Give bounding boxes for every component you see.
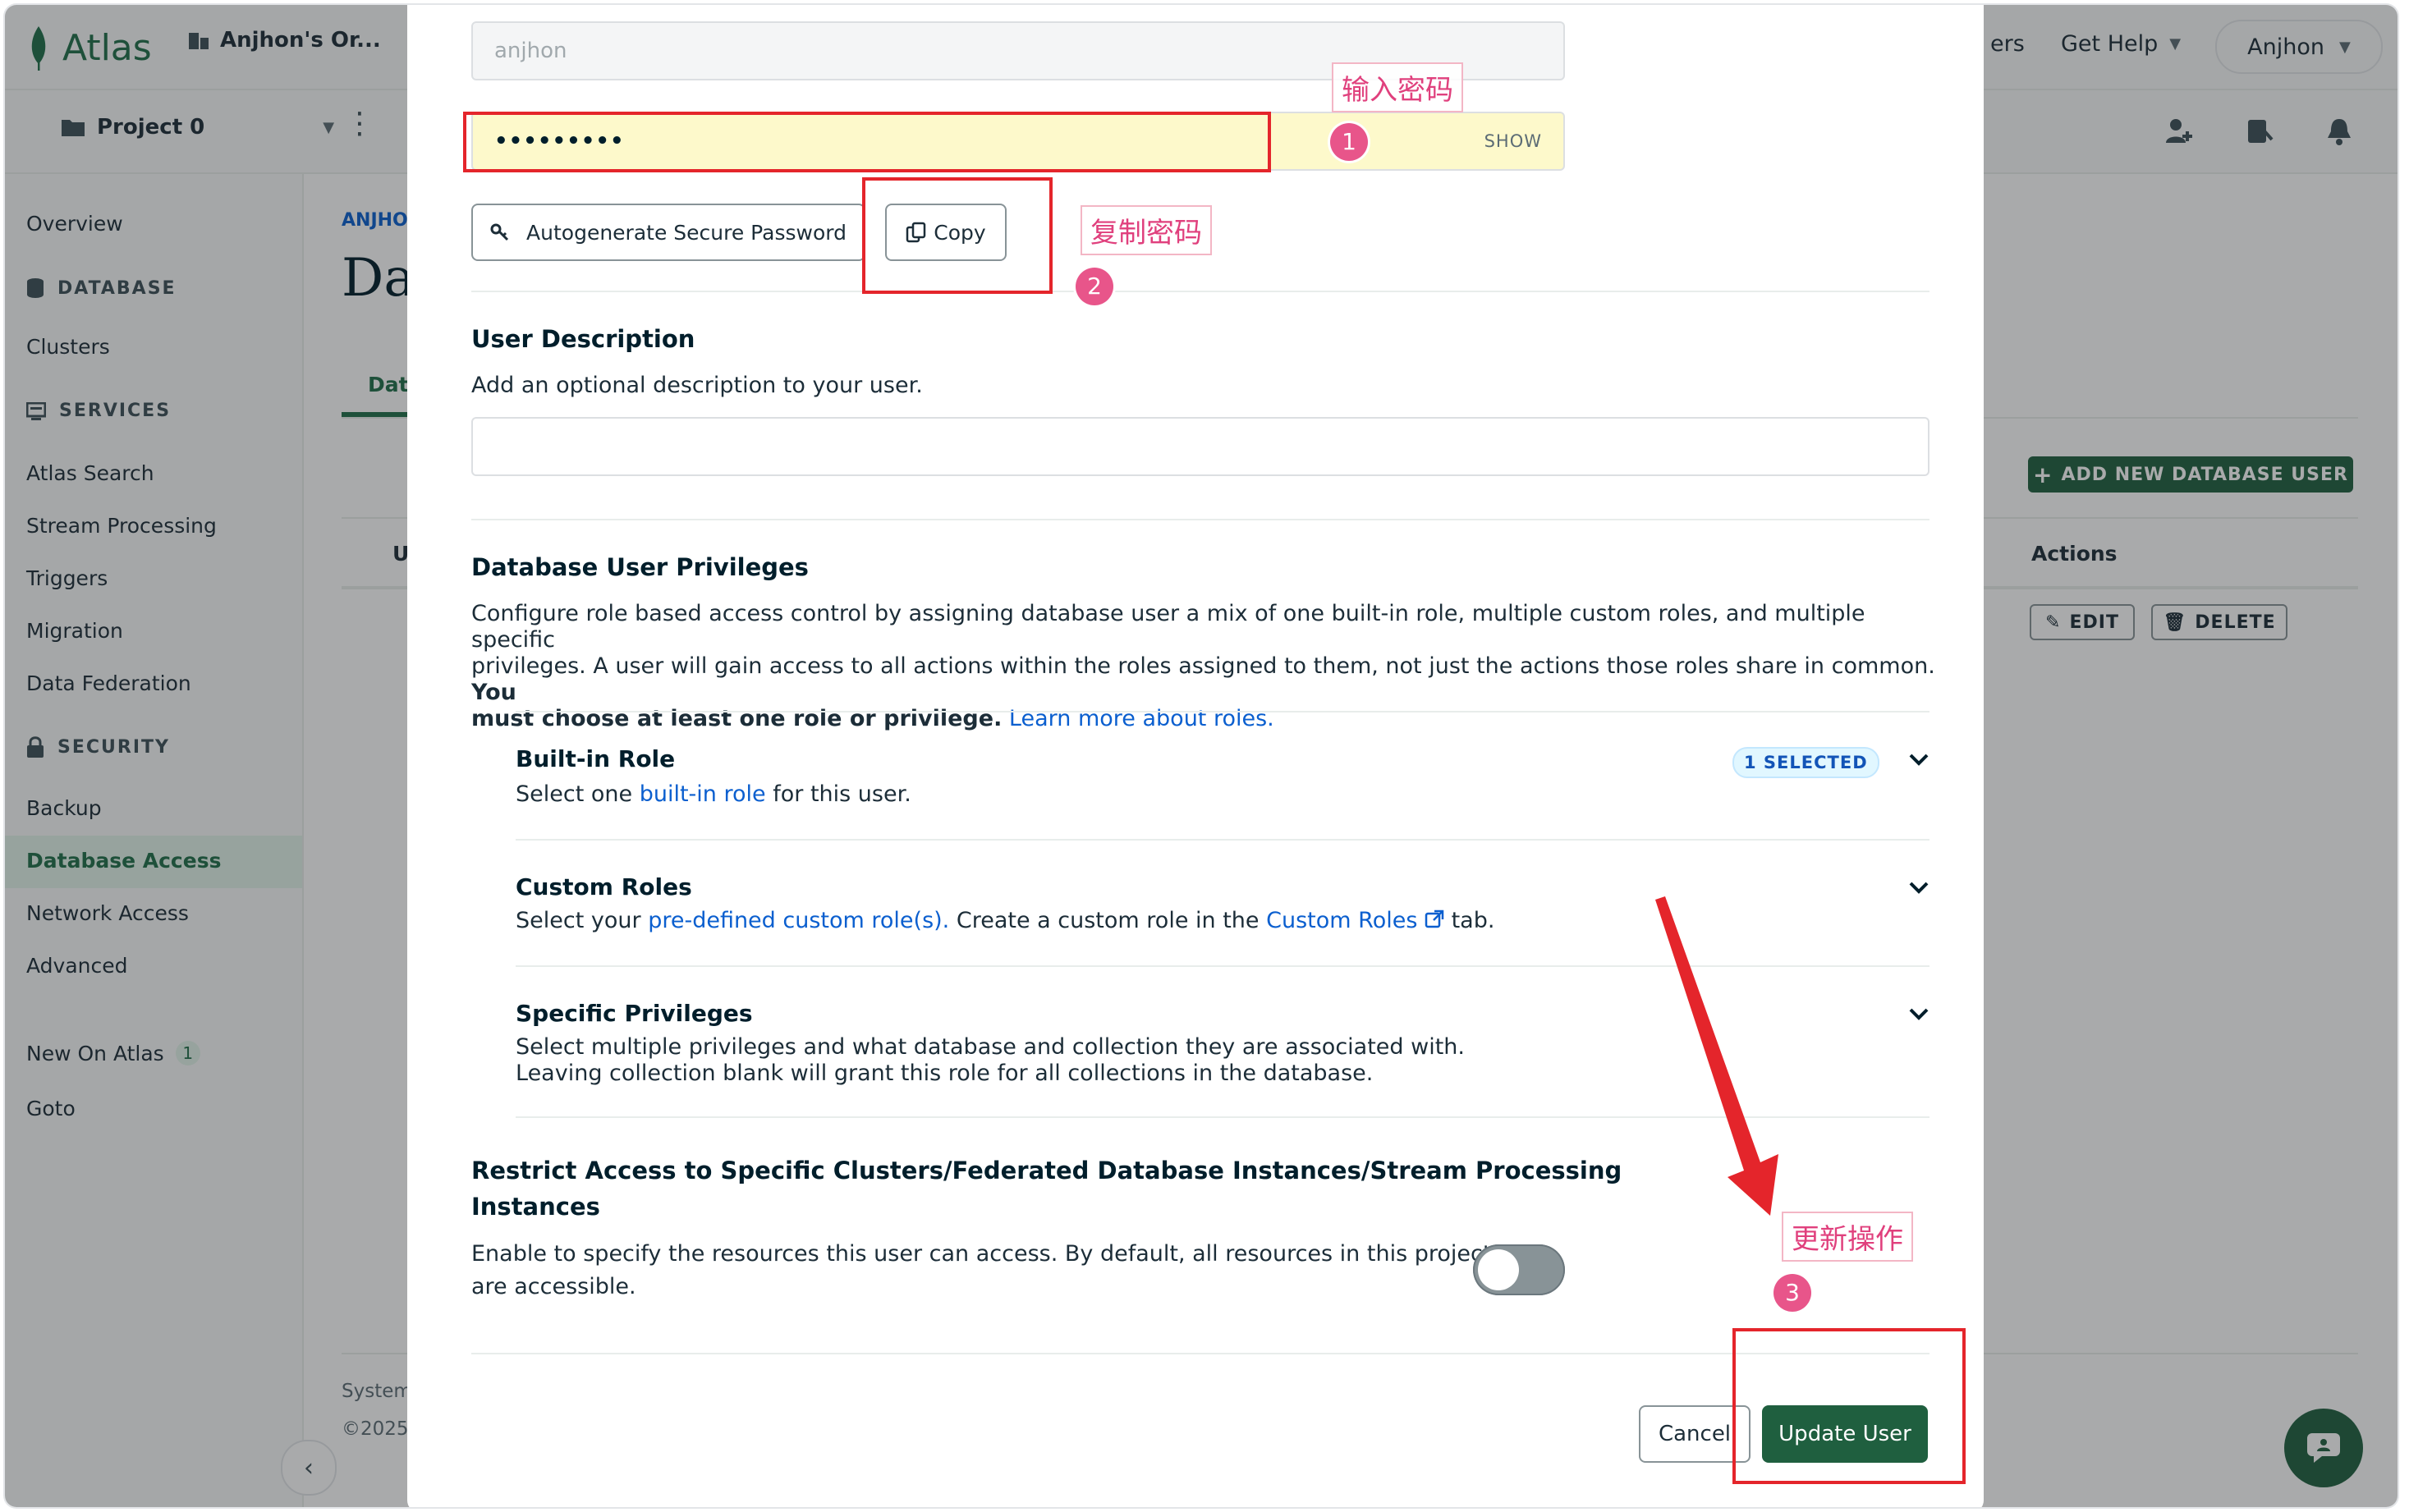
annotation-label-1: 输入密码 (1332, 62, 1463, 112)
divider (516, 711, 1929, 712)
annotation-number-2: 2 (1076, 268, 1113, 305)
selected-count-badge: 1 SELECTED (1732, 747, 1879, 778)
privileges-line-2: privileges. A user will gain access to a… (471, 653, 1941, 706)
annotation-box-copy (862, 177, 1053, 294)
divider (471, 1353, 1929, 1354)
predefined-custom-roles-link[interactable]: pre-defined custom role(s). (648, 908, 949, 933)
annotation-arrow (1655, 896, 1778, 1216)
chevron-down-icon[interactable] (1907, 747, 1931, 772)
annotation-number-3: 3 (1773, 1274, 1811, 1312)
toggle-knob (1478, 1249, 1519, 1290)
learn-more-roles-link[interactable]: Learn more about roles. (1009, 706, 1274, 731)
text: Select multiple privileges and what data… (516, 1034, 1465, 1060)
chevron-down-icon[interactable] (1907, 875, 1931, 900)
user-description-help: Add an optional description to your user… (471, 373, 923, 398)
annotation-label-3: 更新操作 (1782, 1212, 1913, 1262)
divider (471, 519, 1929, 520)
text: for this user. (773, 781, 911, 807)
text: Restrict Access to Specific Clusters/Fed… (471, 1157, 1622, 1184)
privileges-text: privileges. A user will gain access to a… (471, 653, 1935, 679)
text: Select one (516, 781, 633, 807)
restrict-access-description: Enable to specify the resources this use… (471, 1238, 1491, 1304)
text: Enable to specify the resources this use… (471, 1241, 1492, 1267)
text: tab. (1451, 908, 1495, 933)
privileges-description: Configure role based access control by a… (471, 601, 1941, 732)
text: are accessible. (471, 1274, 636, 1299)
specific-privileges-title[interactable]: Specific Privileges (516, 1000, 753, 1027)
builtin-role-description: Select one built-in role for this user. (516, 781, 911, 808)
privileges-line-3: must choose at least one role or privile… (471, 706, 1941, 732)
user-description-title: User Description (471, 325, 695, 353)
restrict-access-toggle[interactable] (1473, 1244, 1565, 1295)
privileges-required-note: You (471, 680, 516, 705)
key-icon (490, 223, 509, 241)
annotation-number-1: 1 (1330, 123, 1368, 161)
show-password-toggle[interactable]: SHOW (1484, 131, 1542, 151)
autogenerate-password-button[interactable]: Autogenerate Secure Password (471, 204, 865, 261)
chevron-down-icon[interactable] (1907, 1001, 1931, 1026)
annotation-box-update (1732, 1328, 1966, 1484)
privileges-line-1: Configure role based access control by a… (471, 601, 1865, 653)
user-description-input[interactable] (471, 417, 1929, 476)
link-label: Custom Roles (1266, 908, 1418, 933)
specific-privileges-description: Select multiple privileges and what data… (516, 1034, 1465, 1087)
custom-roles-description: Select your pre-defined custom role(s). … (516, 908, 1494, 934)
text: Create a custom role in the (956, 908, 1260, 933)
privileges-required-note: must choose at least one role or privile… (471, 706, 1003, 731)
text: Instances (471, 1193, 600, 1221)
restrict-access-title: Restrict Access to Specific Clusters/Fed… (471, 1152, 1622, 1225)
external-link-icon (1425, 909, 1444, 928)
builtin-role-title[interactable]: Built-in Role (516, 745, 675, 772)
custom-roles-title[interactable]: Custom Roles (516, 873, 692, 900)
privileges-title: Database User Privileges (471, 553, 809, 581)
divider (516, 839, 1929, 841)
text: Leaving collection blank will grant this… (516, 1061, 1374, 1086)
divider (471, 291, 1929, 292)
app-window: Atlas Anjhon's Or... ers Get Help ▼ Anjh… (5, 5, 2398, 1507)
builtin-role-link[interactable]: built-in role (640, 781, 766, 807)
custom-roles-tab-link[interactable]: Custom Roles (1266, 908, 1444, 933)
annotation-box-password (463, 112, 1271, 172)
text: Select your (516, 908, 641, 933)
button-label: Autogenerate Secure Password (526, 220, 847, 245)
annotation-label-2: 复制密码 (1081, 205, 1212, 255)
